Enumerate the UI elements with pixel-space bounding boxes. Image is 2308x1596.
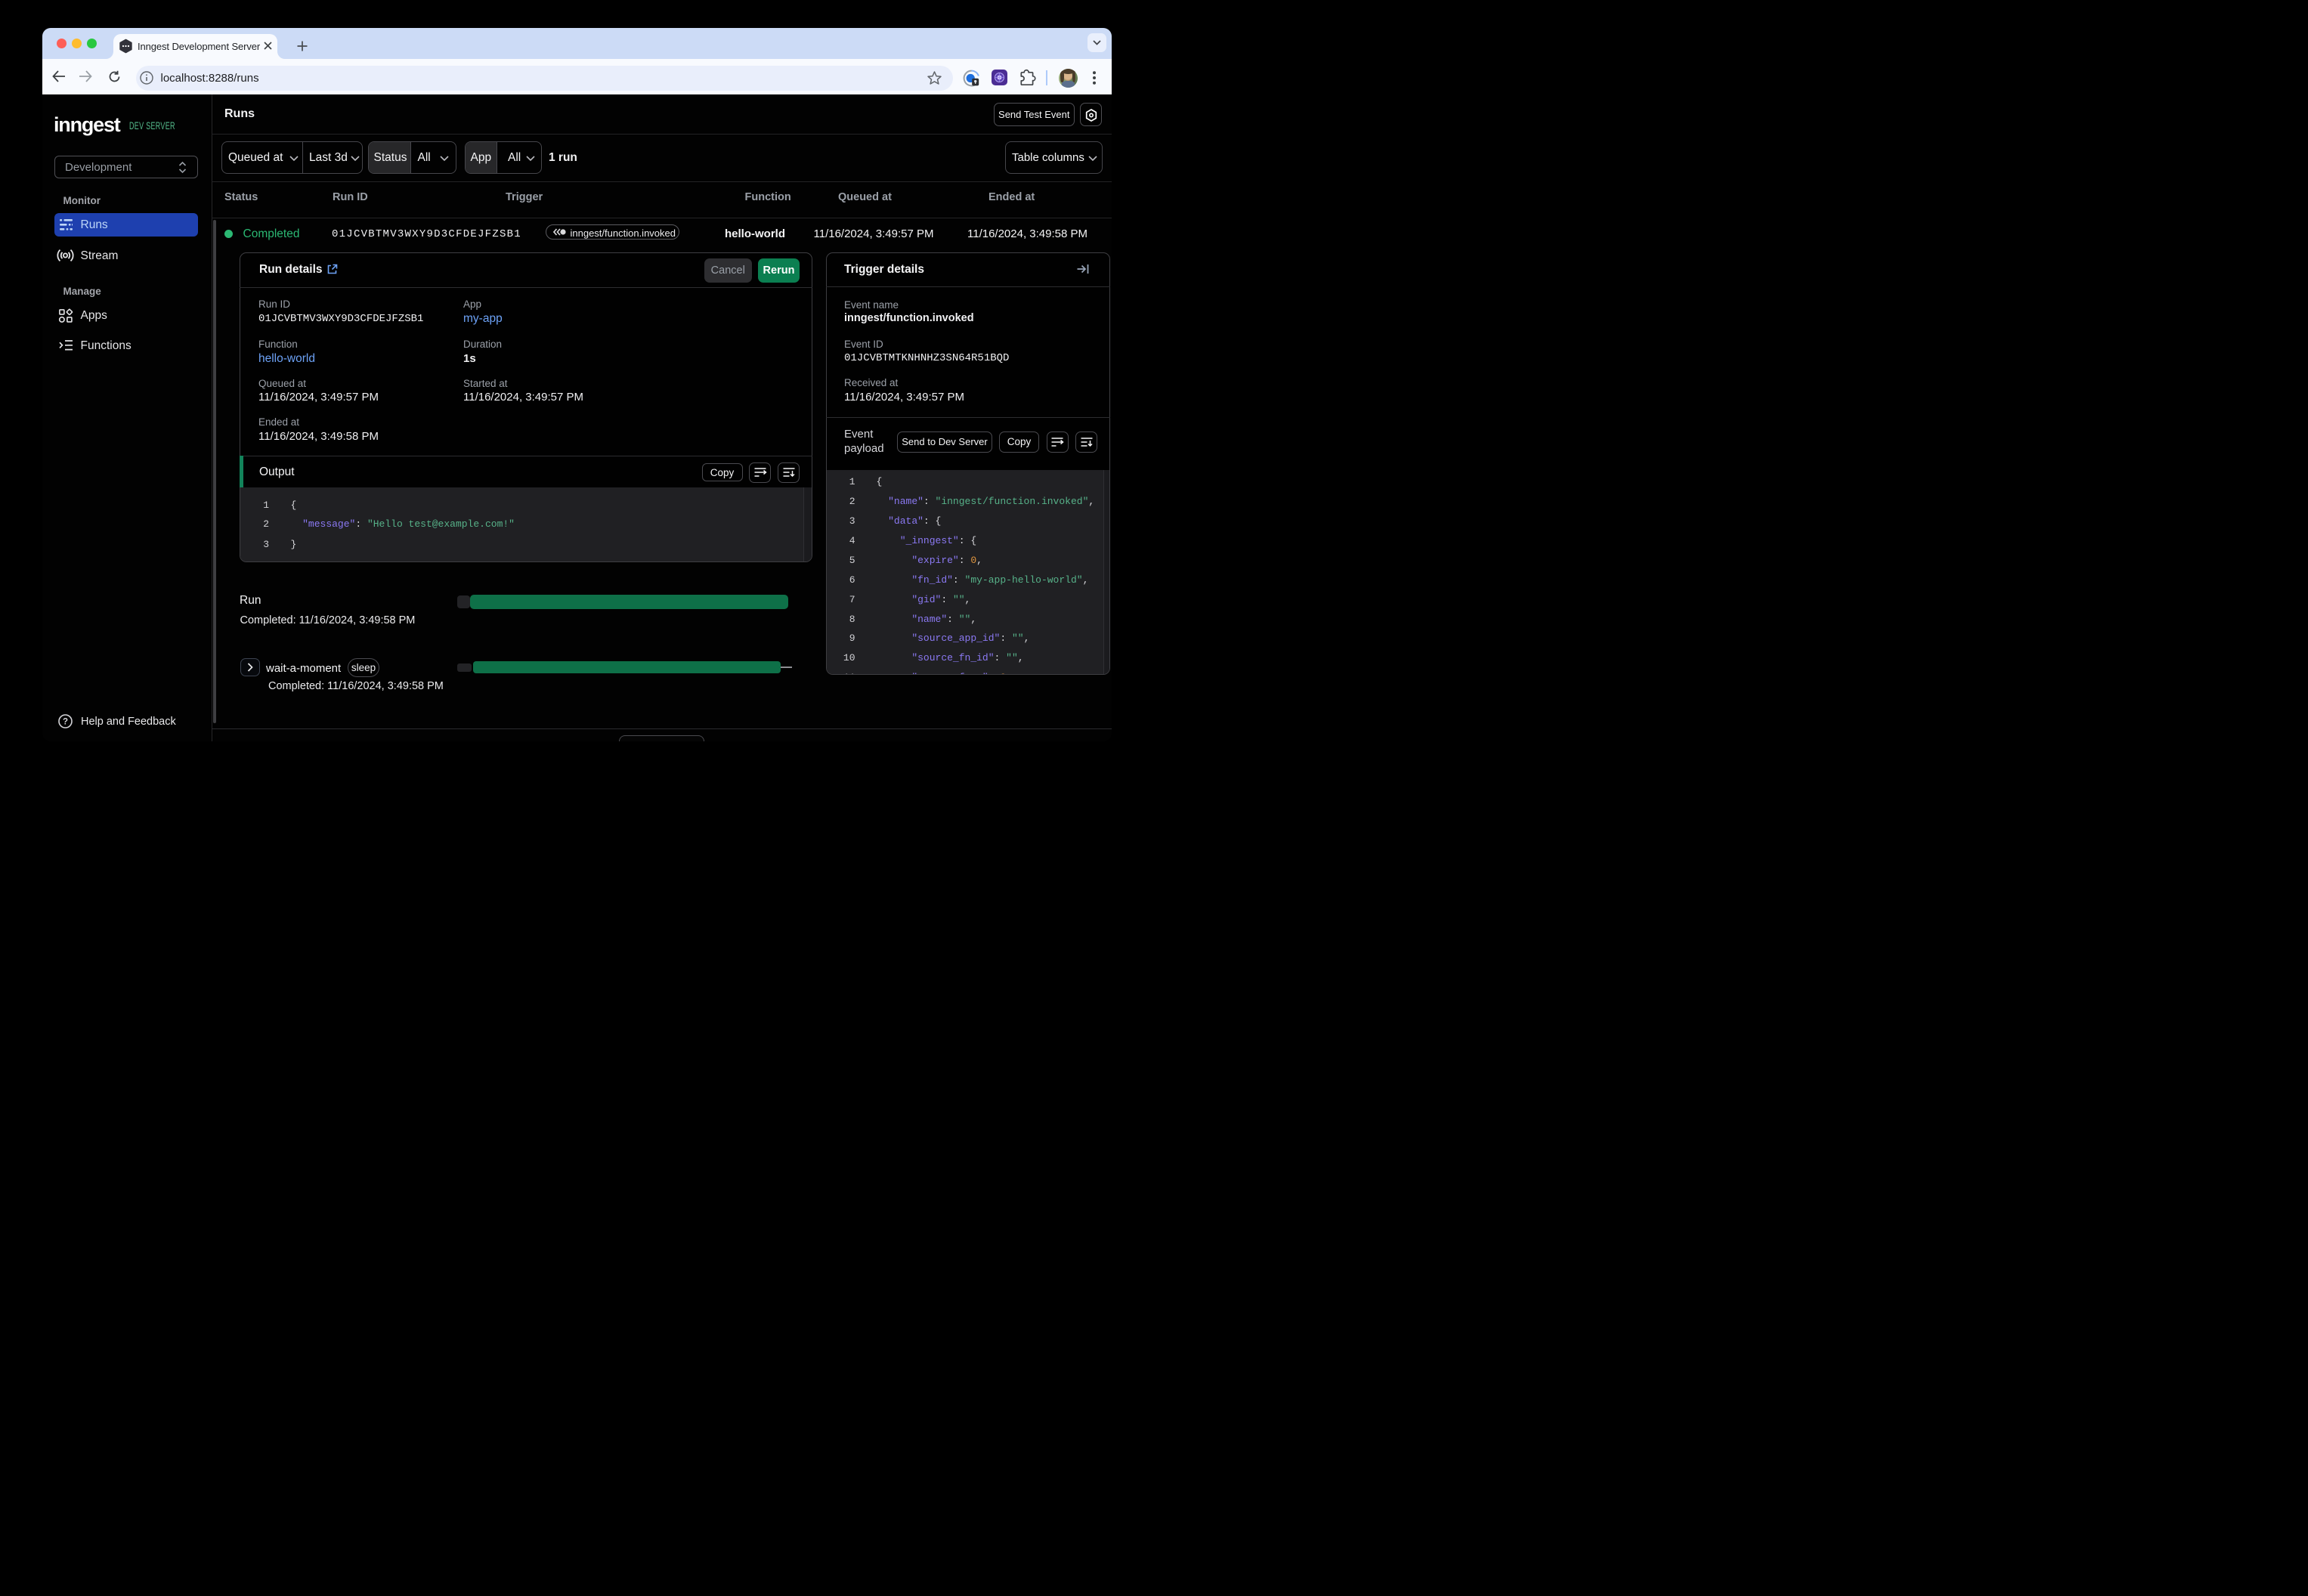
svg-text:?: ? [63, 718, 68, 727]
